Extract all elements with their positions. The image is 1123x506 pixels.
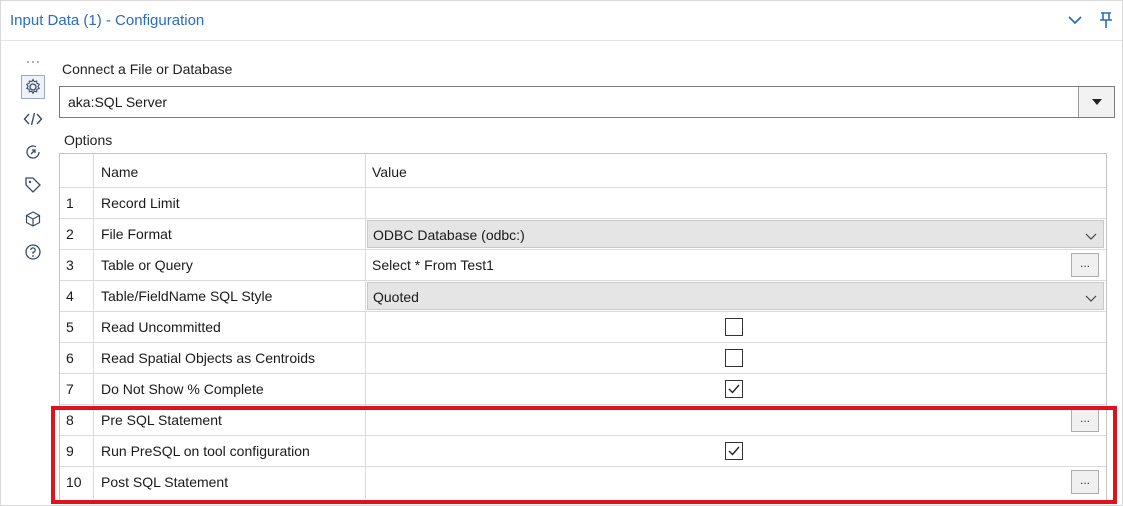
- connection-value: aka:SQL Server: [68, 94, 168, 110]
- row-number: 7: [66, 381, 74, 397]
- dropdown-arrow-icon[interactable]: [1078, 87, 1114, 117]
- configuration-panel: Input Data (1) - Configuration Connect a…: [0, 0, 1123, 506]
- chevron-down-icon[interactable]: [1085, 229, 1097, 241]
- table-row[interactable]: 8 Pre SQL Statement ...: [60, 405, 1106, 436]
- table-row[interactable]: 7 Do Not Show % Complete: [60, 374, 1106, 405]
- table-row[interactable]: 1 Record Limit: [60, 188, 1106, 219]
- name-column-header: Name: [101, 164, 139, 180]
- panel-title: Input Data (1) - Configuration: [10, 12, 205, 29]
- option-name: Table or Query: [101, 257, 193, 273]
- table-row[interactable]: 6 Read Spatial Objects as Centroids: [60, 343, 1106, 374]
- circular-arrow-icon[interactable]: [23, 142, 43, 162]
- read-uncommitted-checkbox[interactable]: [725, 318, 743, 336]
- file-format-value: ODBC Database (odbc:): [373, 227, 525, 243]
- connection-combobox[interactable]: aka:SQL Server: [59, 86, 1115, 118]
- read-spatial-centroids-checkbox[interactable]: [725, 349, 743, 367]
- table-row[interactable]: 2 File Format ODBC Database (odbc:): [60, 219, 1106, 250]
- more-dots-icon[interactable]: [25, 52, 41, 63]
- row-number: 6: [66, 350, 74, 366]
- option-name: Record Limit: [101, 195, 180, 211]
- options-label: Options: [64, 132, 113, 148]
- record-limit-field[interactable]: [366, 188, 1106, 218]
- check-icon: [728, 384, 740, 394]
- connection-label: Connect a File or Database: [62, 61, 233, 77]
- options-grid: Name Value 1 Record Limit 2 File Format …: [59, 153, 1107, 503]
- sql-style-value: Quoted: [373, 289, 419, 305]
- option-name: Read Spatial Objects as Centroids: [101, 350, 315, 366]
- help-icon[interactable]: [23, 242, 43, 262]
- table-row[interactable]: 3 Table or Query Select * From Test1 ...: [60, 250, 1106, 281]
- grid-header: Name Value: [60, 154, 1106, 188]
- option-name: Pre SQL Statement: [101, 412, 222, 428]
- ellipsis-button[interactable]: ...: [1071, 408, 1099, 432]
- ellipsis-button[interactable]: ...: [1071, 470, 1099, 494]
- chevron-down-icon[interactable]: [1065, 10, 1085, 30]
- option-name: Read Uncommitted: [101, 319, 221, 335]
- row-number: 8: [66, 412, 74, 428]
- title-bar: Input Data (1) - Configuration: [1, 1, 1122, 41]
- table-row[interactable]: 10 Post SQL Statement ...: [60, 467, 1106, 498]
- row-number: 1: [66, 195, 74, 211]
- ellipsis-button[interactable]: ...: [1071, 253, 1099, 277]
- table-or-query-value: Select * From Test1: [372, 257, 494, 273]
- check-icon: [728, 446, 740, 456]
- tag-icon[interactable]: [23, 175, 43, 195]
- row-number: 3: [66, 257, 74, 273]
- option-name: Do Not Show % Complete: [101, 381, 264, 397]
- value-column-header: Value: [372, 164, 407, 180]
- pin-icon[interactable]: [1096, 10, 1116, 30]
- row-number: 5: [66, 319, 74, 335]
- do-not-show-complete-checkbox[interactable]: [725, 380, 743, 398]
- row-number: 4: [66, 288, 74, 304]
- gear-icon[interactable]: [21, 75, 45, 99]
- file-format-dropdown[interactable]: ODBC Database (odbc:): [367, 220, 1104, 248]
- option-name: Table/FieldName SQL Style: [101, 288, 273, 304]
- table-row[interactable]: 5 Read Uncommitted: [60, 312, 1106, 343]
- sql-style-dropdown[interactable]: Quoted: [367, 282, 1104, 310]
- table-row[interactable]: 4 Table/FieldName SQL Style Quoted: [60, 281, 1106, 312]
- cube-icon[interactable]: [23, 209, 43, 229]
- row-number: 2: [66, 226, 74, 242]
- option-name: File Format: [101, 226, 172, 242]
- row-number: 9: [66, 443, 74, 459]
- option-name: Run PreSQL on tool configuration: [101, 443, 310, 459]
- run-presql-checkbox[interactable]: [725, 442, 743, 460]
- chevron-down-icon[interactable]: [1085, 291, 1097, 303]
- pre-sql-field[interactable]: ...: [366, 405, 1106, 435]
- sidebar: [1, 42, 49, 506]
- post-sql-field[interactable]: ...: [366, 467, 1106, 498]
- table-row[interactable]: 9 Run PreSQL on tool configuration: [60, 436, 1106, 467]
- option-name: Post SQL Statement: [101, 474, 229, 490]
- code-icon[interactable]: [23, 109, 43, 129]
- table-or-query-field[interactable]: Select * From Test1 ...: [366, 250, 1106, 280]
- row-number: 10: [66, 474, 82, 490]
